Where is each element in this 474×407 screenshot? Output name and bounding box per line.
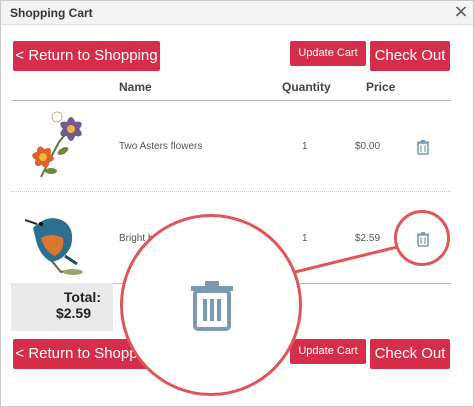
shopping-cart-dialog: Shopping Cart × < Return to Shopping Upd… <box>0 0 474 407</box>
callout-magnifier <box>120 214 302 396</box>
callout-highlight-ring <box>394 210 450 266</box>
trash-icon <box>191 281 233 331</box>
